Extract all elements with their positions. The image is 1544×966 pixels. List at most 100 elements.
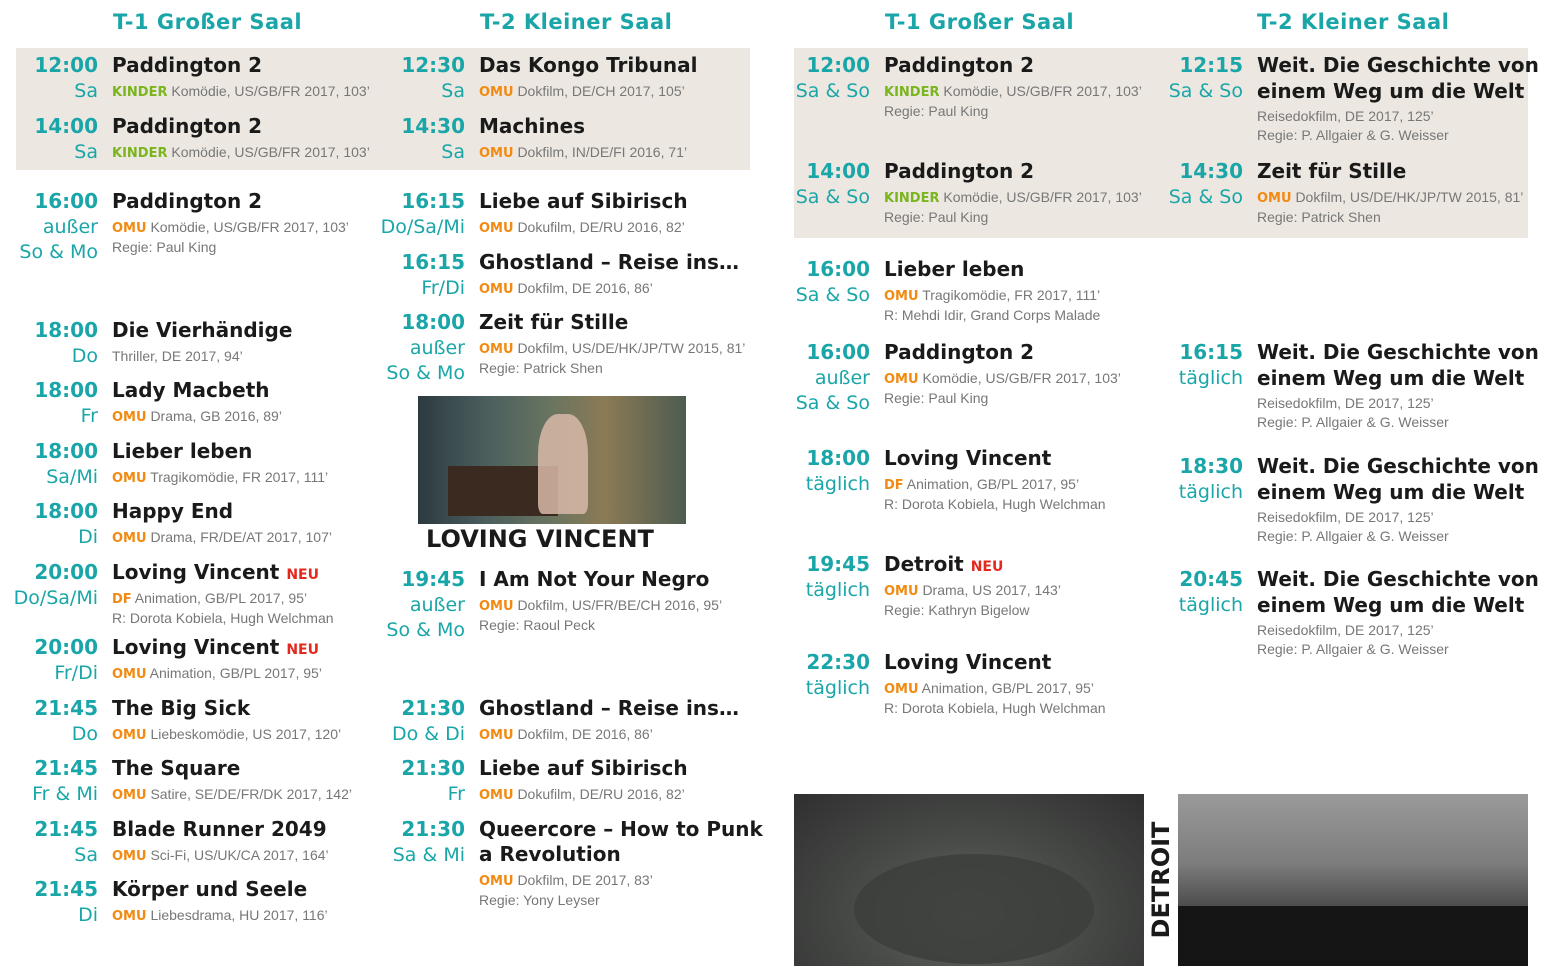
- film-title: Paddington 2: [884, 159, 1035, 183]
- version-tag: OMU: [112, 788, 147, 803]
- film-meta: Reisedokfilm, DE 2017, 125’: [1257, 508, 1434, 526]
- version-tag: OMU: [112, 471, 147, 486]
- screening-time: 21:45: [34, 696, 98, 720]
- film-info: Dokfilm, DE 2016, 86’: [517, 280, 653, 296]
- film-title: Zeit für Stille: [479, 310, 629, 334]
- screening-time: 16:15: [401, 189, 465, 213]
- film-info: Dokfilm, US/DE/HK/JP/TW 2015, 81’: [1295, 189, 1524, 205]
- screening-days: Sa: [74, 844, 98, 866]
- screening-days: täglich: [1178, 367, 1243, 389]
- screening-time: 21:45: [34, 756, 98, 780]
- film-meta: Thriller, DE 2017, 94’: [112, 347, 243, 365]
- film-title: Weit. Die Geschichte von: [1257, 340, 1539, 364]
- screening-time: 19:45: [401, 567, 465, 591]
- screening-days: Do/Sa/Mi: [13, 587, 98, 609]
- loving-vincent-caption: LOVING VINCENT: [418, 524, 686, 554]
- film-meta: OMU Sci-Fi, US/UK/CA 2017, 164’: [112, 846, 329, 866]
- film-info: Komödie, US/GB/FR 2017, 103’: [171, 83, 370, 99]
- screening-time: 18:00: [806, 446, 870, 470]
- film-info: Reisedokfilm, DE 2017, 125’: [1257, 395, 1434, 411]
- screening-time: 19:45: [806, 552, 870, 576]
- film-title: Paddington 2: [112, 114, 263, 138]
- header-left-t2: T-2 Kleiner Saal: [480, 10, 673, 34]
- version-tag: OMU: [479, 282, 514, 297]
- film-meta: OMU Dokfilm, US/FR/BE/CH 2016, 95’: [479, 596, 722, 616]
- film-meta: OMU Tragikomödie, FR 2017, 111’: [112, 468, 328, 488]
- screening-days: außer: [814, 367, 870, 389]
- screening-days: Sa & So: [795, 80, 870, 102]
- version-tag: OMU: [1257, 191, 1292, 206]
- film-info: Dokfilm, IN/DE/FI 2016, 71’: [517, 144, 688, 160]
- film-title: Ghostland – Reise ins…: [479, 250, 739, 274]
- film-title-line-2: einem Weg um die Welt: [1257, 480, 1525, 504]
- film-meta: OMU Drama, GB 2016, 89’: [112, 407, 282, 427]
- film-info: Komödie, US/GB/FR 2017, 103’: [943, 83, 1142, 99]
- screening-days: Di: [78, 904, 98, 926]
- film-meta: Reisedokfilm, DE 2017, 125’: [1257, 621, 1434, 639]
- screening-time: 21:30: [401, 756, 465, 780]
- detroit-crowd-image: [794, 794, 1144, 966]
- screening-days: Fr/Di: [54, 662, 98, 684]
- version-tag: KINDER: [884, 191, 940, 206]
- film-director: Regie: Paul King: [112, 239, 217, 255]
- film-info: Drama, FR/DE/AT 2017, 107’: [150, 529, 332, 545]
- film-info: Dokfilm, DE 2017, 83’: [517, 872, 653, 888]
- screening-days: Sa & So: [1168, 80, 1243, 102]
- film-title-line-2: einem Weg um die Welt: [1257, 593, 1525, 617]
- film-info: Komödie, US/GB/FR 2017, 103’: [171, 144, 370, 160]
- screening-days: täglich: [1178, 481, 1243, 503]
- film-info: Liebeskomödie, US 2017, 120’: [150, 726, 342, 742]
- film-director: Regie: Yony Leyser: [479, 892, 600, 908]
- screening-days: außer: [409, 337, 465, 359]
- screening-time: 21:30: [401, 817, 465, 841]
- film-director: Regie: Paul King: [884, 209, 989, 225]
- film-meta: KINDER Komödie, US/GB/FR 2017, 103’: [884, 82, 1142, 102]
- film-title: Zeit für Stille: [1257, 159, 1407, 183]
- film-info: Satire, SE/DE/FR/DK 2017, 142’: [150, 786, 352, 802]
- screening-days-2: So & Mo: [386, 619, 465, 641]
- screening-time: 16:15: [401, 250, 465, 274]
- film-director: Regie: P. Allgaier & G. Weisser: [1257, 414, 1449, 430]
- film-title-line-2: einem Weg um die Welt: [1257, 79, 1525, 103]
- film-title: I Am Not Your Negro: [479, 567, 710, 591]
- film-director: Regie: Patrick Shen: [479, 360, 603, 376]
- screening-days: Do/Sa/Mi: [380, 216, 465, 238]
- version-tag: KINDER: [112, 85, 168, 100]
- version-tag: OMU: [112, 909, 147, 924]
- version-tag: OMU: [112, 667, 147, 682]
- film-meta: OMU Dokfilm, DE 2017, 83’: [479, 871, 653, 891]
- screening-days: Sa: [74, 80, 98, 102]
- screening-time: 16:15: [1179, 340, 1243, 364]
- screening-time: 18:00: [34, 499, 98, 523]
- screening-days-2: Sa & So: [795, 392, 870, 414]
- film-director: Regie: P. Allgaier & G. Weisser: [1257, 528, 1449, 544]
- film-meta: OMU Animation, GB/PL 2017, 95’: [884, 679, 1094, 699]
- version-tag: OMU: [884, 289, 919, 304]
- film-title: The Big Sick: [112, 696, 251, 720]
- film-title: Loving Vincent: [884, 650, 1052, 674]
- film-title-line-2: a Revolution: [479, 842, 621, 866]
- film-info: Animation, GB/PL 2017, 95’: [134, 590, 308, 606]
- film-director: R: Dorota Kobiela, Hugh Welchman: [884, 496, 1106, 512]
- version-tag: OMU: [479, 874, 514, 889]
- film-title: Paddington 2: [884, 53, 1035, 77]
- film-meta: KINDER Komödie, US/GB/FR 2017, 103’: [112, 143, 370, 163]
- new-badge: NEU: [286, 642, 319, 658]
- screening-days: Sa & So: [1168, 186, 1243, 208]
- screening-days: Fr: [447, 783, 465, 805]
- screening-time: 21:45: [34, 817, 98, 841]
- film-info: Dokufilm, DE/RU 2016, 82’: [517, 219, 685, 235]
- screening-days: außer: [42, 216, 98, 238]
- film-director: R: Dorota Kobiela, Hugh Welchman: [112, 610, 334, 626]
- screening-time: 20:00: [34, 560, 98, 584]
- screening-days: Do: [71, 345, 98, 367]
- screening-days-2: So & Mo: [386, 362, 465, 384]
- version-tag: KINDER: [112, 146, 168, 161]
- film-title: Lieber leben: [112, 439, 253, 463]
- film-info: Komödie, US/GB/FR 2017, 103’: [922, 370, 1121, 386]
- version-tag: OMU: [479, 85, 514, 100]
- version-tag: OMU: [112, 849, 147, 864]
- screening-time: 12:00: [34, 53, 98, 77]
- film-director: Regie: Paul King: [884, 103, 989, 119]
- figure-shape: [538, 414, 588, 514]
